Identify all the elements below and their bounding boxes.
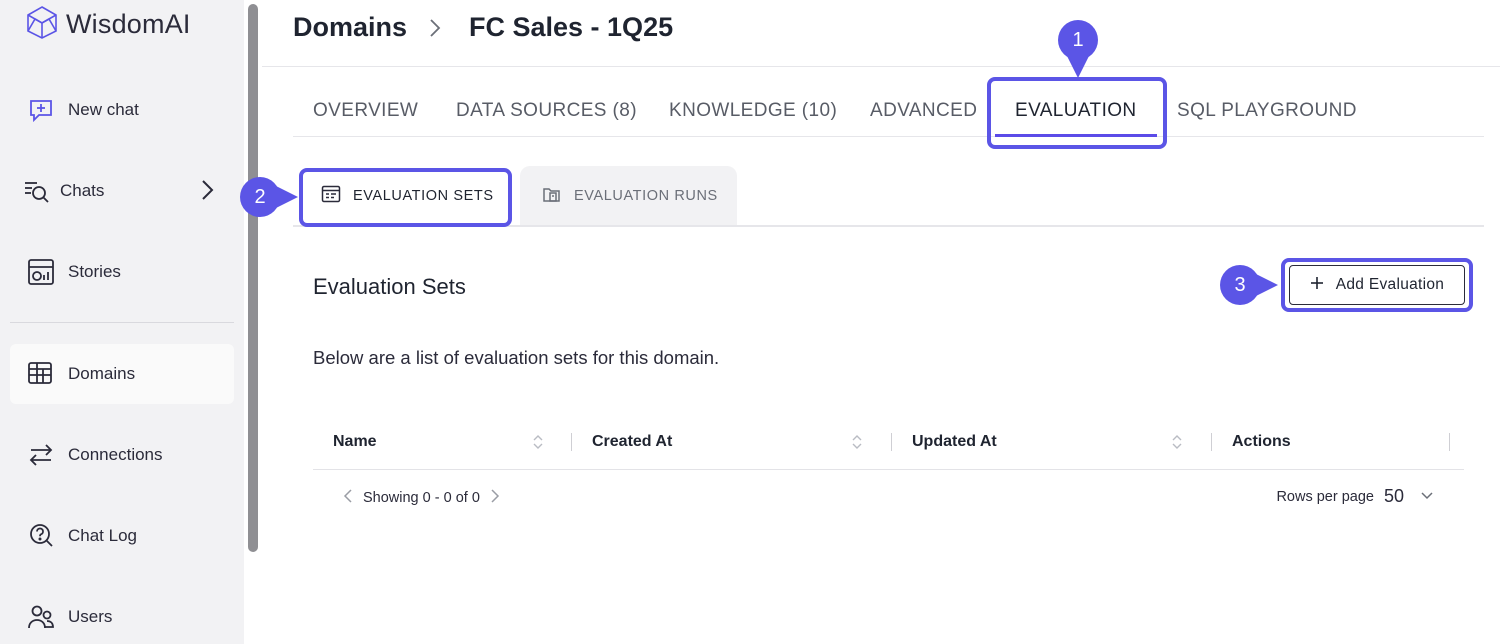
domain-tabs: OVERVIEW DATA SOURCES (8) KNOWLEDGE (10)… [293, 88, 1484, 137]
chat-log-icon [26, 521, 56, 551]
users-icon [26, 602, 56, 632]
step-marker-1-pointer [1066, 54, 1090, 78]
sidebar-divider [10, 322, 234, 323]
new-chat-icon [26, 95, 56, 125]
app-root: WisdomAI New chat Chats Stories Domains … [0, 0, 1500, 644]
sort-icon[interactable] [532, 432, 544, 457]
sidebar-scrollbar[interactable] [248, 4, 258, 552]
column-divider[interactable] [571, 433, 572, 451]
sidebar-item-label: Users [68, 607, 113, 626]
tab-sql-playground[interactable]: SQL PLAYGROUND [1177, 100, 1357, 122]
sidebar-item-label: Stories [68, 262, 121, 281]
sidebar-item-users[interactable]: Users [10, 587, 234, 644]
prev-page-icon[interactable] [343, 488, 353, 508]
tab-data-sources[interactable]: DATA SOURCES (8) [456, 100, 637, 122]
page-header: Domains FC Sales - 1Q25 [262, 0, 1500, 67]
rows-per-page-select[interactable]: 50 [1384, 486, 1404, 507]
tab-knowledge[interactable]: KNOWLEDGE (10) [669, 100, 837, 122]
sidebar-item-domains[interactable]: Domains [10, 344, 234, 404]
column-header-created-at[interactable]: Created At [592, 414, 672, 470]
sidebar-item-connections[interactable]: Connections [10, 425, 234, 485]
breadcrumb-domains[interactable]: Domains [293, 12, 407, 43]
tab-advanced[interactable]: ADVANCED [870, 100, 977, 122]
sidebar-item-label: Connections [68, 445, 163, 464]
highlight-add-evaluation [1281, 258, 1473, 312]
step-marker-number: 3 [1234, 273, 1246, 296]
sidebar-item-new-chat[interactable]: New chat [10, 80, 234, 140]
step-marker-3-pointer [1254, 273, 1278, 297]
subtab-label: EVALUATION RUNS [574, 187, 718, 204]
section-title: Evaluation Sets [313, 274, 466, 299]
sidebar: WisdomAI New chat Chats Stories Domains … [0, 0, 244, 644]
step-marker-number: 1 [1072, 28, 1084, 51]
section-description: Below are a list of evaluation sets for … [313, 347, 720, 368]
sidebar-item-label: Domains [68, 364, 136, 383]
evaluation-runs-icon [542, 184, 562, 208]
breadcrumb-chevron-icon [428, 18, 442, 43]
column-divider[interactable] [1211, 433, 1212, 451]
next-page-icon[interactable] [490, 488, 500, 508]
rows-per-page-label: Rows per page [1276, 488, 1374, 505]
column-header-name[interactable]: Name [333, 414, 377, 470]
step-marker-number: 2 [254, 185, 266, 208]
tab-overview[interactable]: OVERVIEW [313, 100, 418, 122]
wisdomai-logo-icon [24, 5, 60, 44]
brand-name: WisdomAI [66, 8, 191, 39]
highlight-evaluation-sets [299, 168, 512, 227]
step-marker-2-pointer [274, 185, 298, 209]
sidebar-item-chat-log[interactable]: Chat Log [10, 506, 234, 566]
chats-search-icon [22, 176, 52, 206]
table-pagination: Showing 0 - 0 of 0 Rows per page 50 [313, 480, 1464, 516]
sidebar-item-chats[interactable]: Chats [10, 161, 234, 221]
chevron-down-icon[interactable] [1420, 489, 1434, 505]
chevron-right-icon[interactable] [200, 179, 214, 206]
column-header-actions: Actions [1232, 433, 1291, 450]
sort-icon[interactable] [1171, 432, 1183, 457]
column-divider[interactable] [891, 433, 892, 451]
evaluation-table-header: Name Created At Updated At Actions [313, 414, 1464, 470]
sidebar-item-label: New chat [68, 100, 139, 119]
subtab-evaluation-runs[interactable]: EVALUATION RUNS [520, 166, 737, 225]
column-divider[interactable] [1449, 433, 1450, 451]
column-header-updated-at[interactable]: Updated At [912, 414, 997, 470]
stories-icon [26, 257, 56, 287]
sidebar-item-label: Chat Log [68, 526, 137, 545]
pagination-status: Showing 0 - 0 of 0 [363, 490, 480, 506]
breadcrumb-current: FC Sales - 1Q25 [469, 12, 674, 42]
sort-icon[interactable] [851, 432, 863, 457]
sidebar-item-stories[interactable]: Stories [10, 242, 234, 302]
brand-logo[interactable]: WisdomAI [24, 5, 191, 44]
domains-table-icon [26, 359, 56, 389]
sidebar-item-label: Chats [60, 181, 105, 200]
highlight-evaluation-tab [987, 77, 1167, 149]
connections-arrows-icon [26, 440, 56, 470]
